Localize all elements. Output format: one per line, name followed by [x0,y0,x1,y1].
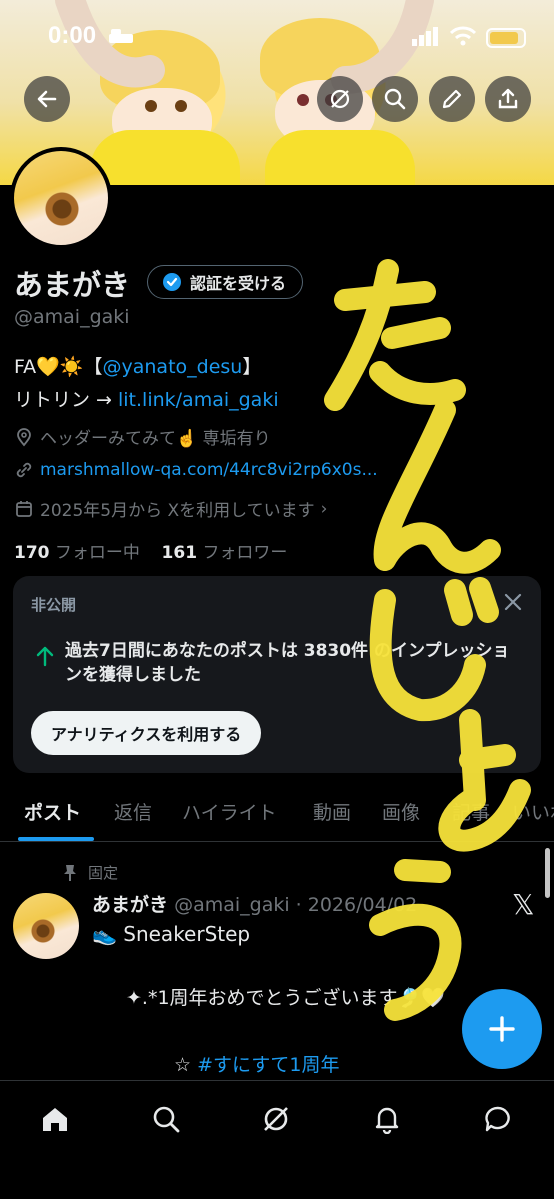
tab-images[interactable]: 画像 [382,798,420,825]
impressions-text: 過去7日間にあなたのポストは 3830件 のインプレッションを獲得しました [65,641,510,685]
bell-icon [375,1107,399,1134]
grok-icon [264,1107,288,1131]
post-hashtag-link[interactable]: #すにすて1周年 [197,1054,339,1076]
nav-notifications[interactable] [367,1099,407,1139]
location-pin-icon [17,427,31,446]
profile-tabs: ポスト 返信 ハイライト 動画 画像 記事 いいね [0,790,554,842]
followers-label: フォロワー [202,543,288,563]
search-icon [153,1106,180,1133]
grok-button[interactable] [317,76,363,122]
analytics-button[interactable]: アナリティクスを利用する [31,711,262,755]
status-right [412,26,526,50]
bottom-navigation [0,1080,554,1199]
status-bar: 0:00 [0,0,554,72]
profile-location: ヘッダーみてみて☝️ 専垢有り [14,424,271,449]
joined-text: 2025年5月から Xを利用しています [40,501,315,521]
search-button[interactable] [372,76,418,122]
slashed-circle-icon [330,89,350,109]
pinned-indicator: 固定 [62,862,118,883]
followers-count: 161 [161,543,198,563]
profile-joined[interactable]: 2025年5月から Xを利用しています › [14,496,327,521]
link-icon [16,462,32,478]
home-icon [43,1108,67,1131]
tab-articles[interactable]: 記事 [452,798,490,825]
tab-replies[interactable]: 返信 [114,798,152,825]
location-text: ヘッダーみてみて☝️ 専垢有り [40,429,271,449]
profile-website[interactable]: marshmallow-qa.com/44rc8vi2rp6x0s... [14,460,378,480]
sleep-focus-icon [108,27,134,49]
share-button[interactable] [485,76,531,122]
verified-badge-icon [163,273,181,291]
private-label: 非公開 [31,596,77,614]
nav-home[interactable] [35,1099,75,1139]
display-name: あまがき [14,268,131,302]
card-close-button[interactable] [503,592,523,616]
bio-line2-prefix: リトリン → [14,389,118,411]
following-count: 170 [14,543,50,563]
following-link[interactable]: 170 フォロー中 [14,543,140,563]
pin-icon [64,864,76,881]
battery-icon [486,28,526,48]
post-text-line-3: ☆ #すにすて1周年 [174,1050,339,1077]
website-link[interactable]: marshmallow-qa.com/44rc8vi2rp6x0s... [40,460,378,480]
x-logo-icon: 𝕏 [512,888,535,921]
calendar-icon [16,500,32,517]
scrollbar[interactable] [545,848,550,898]
post-text-line-2: ✦.*1周年おめでとうございます🎐🤍 [126,987,445,1009]
pencil-icon [442,89,462,109]
active-tab-indicator [18,837,94,841]
get-verified-button[interactable]: 認証を受ける [147,265,304,299]
nav-explore[interactable] [146,1099,186,1139]
chevron-right-icon: › [320,498,328,519]
nav-messages[interactable] [478,1099,518,1139]
follow-counts: 170 フォロー中 161 フォロワー [14,538,287,563]
post-text-line-1: 👟 SneakerStep [92,922,251,946]
bio-prefix: FA💛☀️【 [14,356,103,378]
close-icon [504,593,522,611]
search-icon [384,88,406,110]
status-time: 0:00 [48,22,97,49]
post-meta: @amai_gaki · 2026/04/02 [174,894,418,916]
post-header: あまがき @amai_gaki · 2026/04/02 [92,890,417,917]
edit-button[interactable] [429,76,475,122]
post-line3-prefix: ☆ [174,1054,198,1076]
following-label: フォロー中 [54,543,140,563]
nav-grok[interactable] [256,1099,296,1139]
tab-posts[interactable]: ポスト [24,798,81,825]
bio-suffix: 】 [242,356,262,378]
profile-handle: @amai_gaki [14,306,130,328]
pinned-label: 固定 [88,864,119,882]
plus-icon [489,1016,515,1042]
signal-icon [412,26,440,50]
post-avatar[interactable] [13,893,79,959]
arrow-up-icon [35,645,55,671]
tab-highlights[interactable]: ハイライト [182,798,277,825]
tab-likes[interactable]: いいね [512,798,554,825]
tab-videos[interactable]: 動画 [313,798,351,825]
bio-mention-link[interactable]: @yanato_desu [103,356,243,378]
bio-line-1: FA💛☀️【@yanato_desu】 [14,352,261,379]
back-button[interactable] [24,76,70,122]
back-arrow-icon [37,90,57,108]
followers-link[interactable]: 161 フォロワー [162,543,288,563]
get-verified-label: 認証を受ける [190,274,287,293]
private-analytics-card: 非公開 過去7日間にあなたのポストは 3830件 のインプレッションを獲得しまし… [13,576,541,773]
bio-line-2: リトリン → lit.link/amai_gaki [14,385,279,412]
profile-avatar[interactable] [10,147,112,249]
compose-post-button[interactable] [462,989,542,1069]
share-icon [498,88,518,109]
chat-bubble-icon [485,1106,510,1132]
wifi-icon [449,26,477,50]
bio-litlink-link[interactable]: lit.link/amai_gaki [118,389,279,411]
post-author-name[interactable]: あまがき [92,894,168,916]
